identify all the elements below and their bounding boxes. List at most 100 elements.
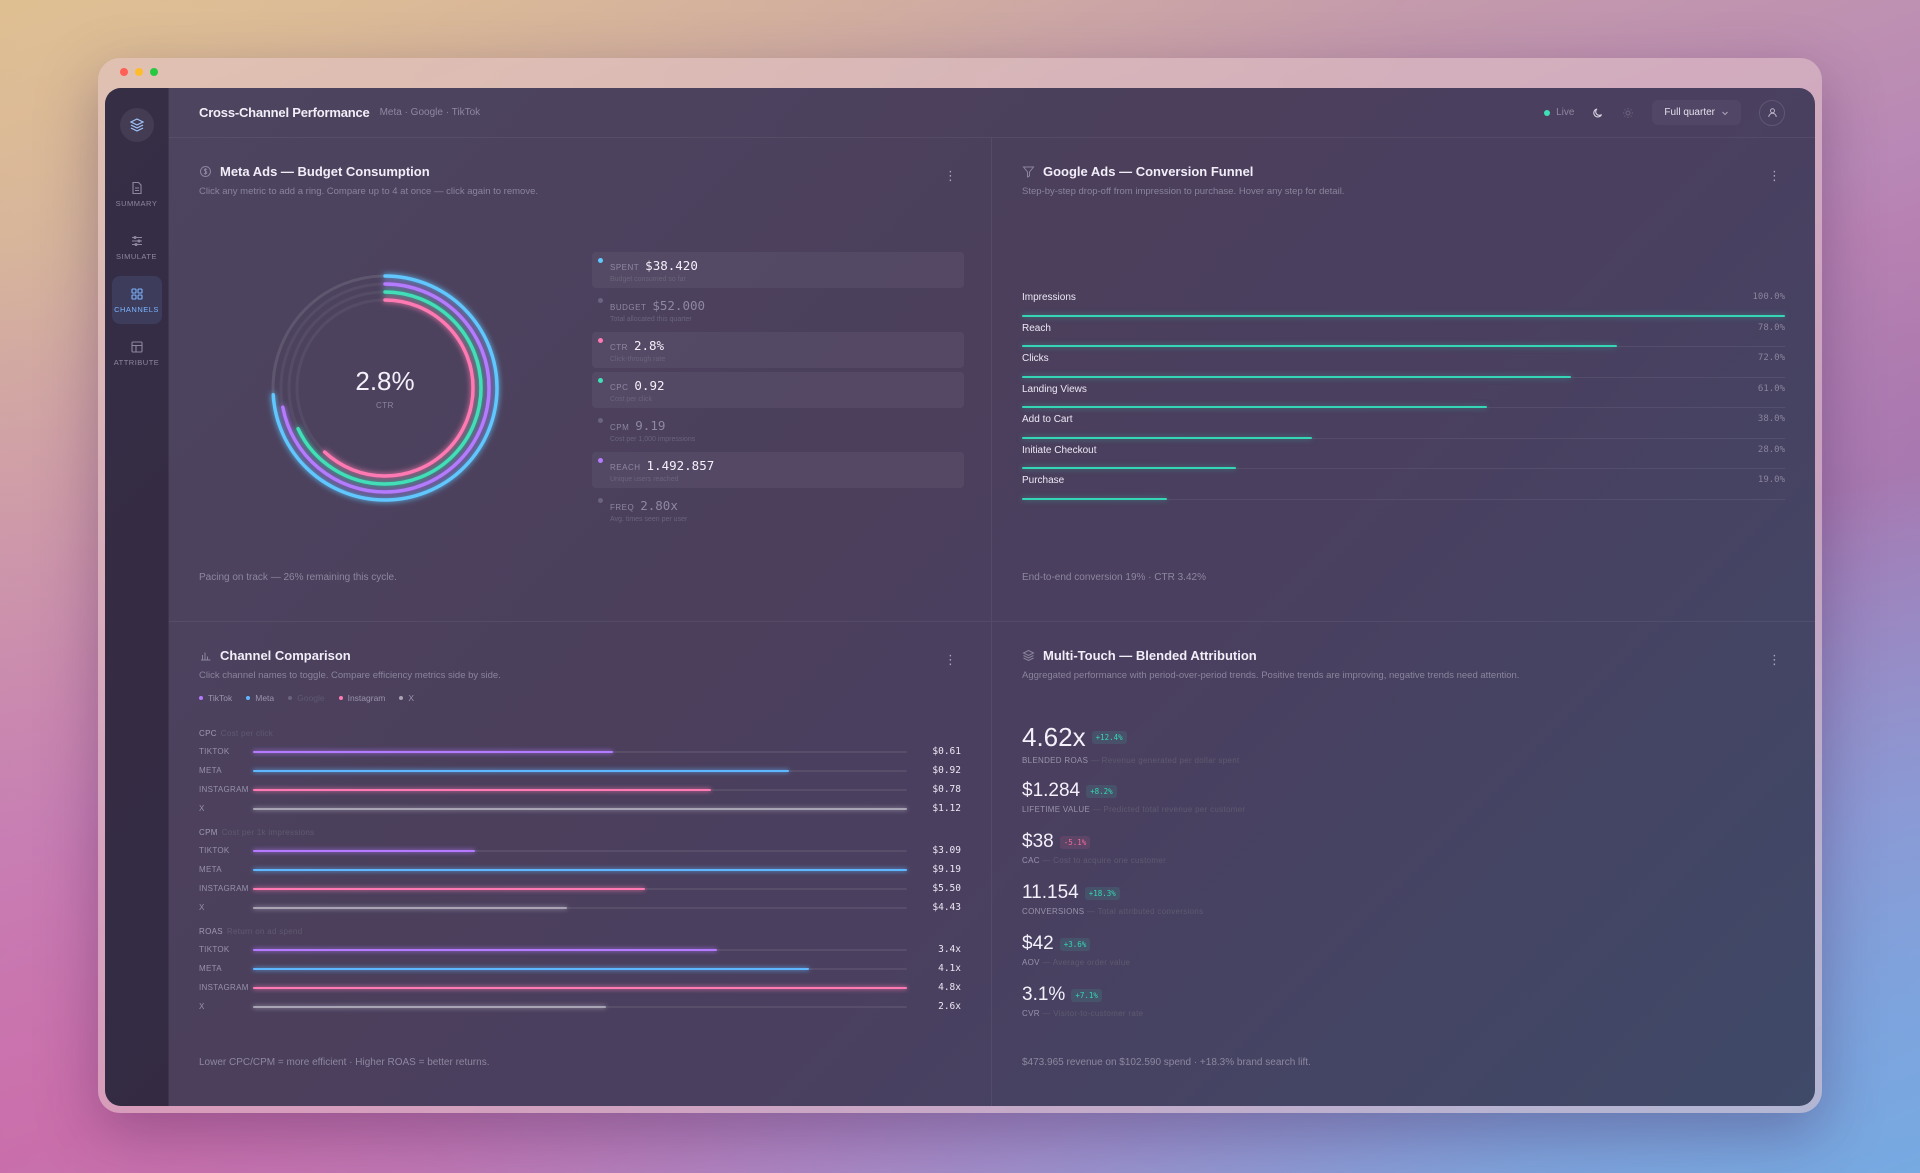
card-header: Google Ads — Conversion Funnel	[1022, 164, 1785, 179]
legend-item-tiktok[interactable]: TikTok	[199, 693, 232, 703]
nav-summary[interactable]: SUMMARY	[112, 170, 162, 218]
dollar-icon	[200, 166, 211, 177]
channel-name: TIKTOK	[199, 945, 230, 954]
maximize-window-button[interactable]	[150, 68, 158, 76]
bar-track	[253, 986, 907, 989]
comparison-row: META $9.19	[199, 860, 961, 879]
channel-name: X	[199, 804, 205, 813]
nav-attribute[interactable]: ATTRIBUTE	[112, 329, 162, 377]
nav-channels[interactable]: CHANNELS	[111, 276, 162, 324]
funnel-step[interactable]: Add to Cart 38.0%	[1022, 408, 1785, 439]
kpi-label-name: BLENDED ROAS	[1022, 756, 1089, 765]
funnel-step-name: Clicks	[1022, 353, 1049, 364]
minimize-window-button[interactable]	[135, 68, 143, 76]
app-window: SUMMARY SIMULATE CHANNELS ATTRIBUTE Cros…	[105, 88, 1815, 1106]
channel-name: INSTAGRAM	[199, 785, 249, 794]
bar-chart-icon	[201, 652, 211, 661]
range-dropdown[interactable]: Full quarter	[1652, 100, 1741, 125]
bar-value: $1.12	[932, 803, 961, 814]
funnel-step-percent: 19.0%	[1757, 475, 1785, 485]
card-description: Step-by-step drop-off from impression to…	[1022, 186, 1345, 197]
legend-item-instagram[interactable]: Instagram	[338, 693, 385, 703]
metric-value: 9.19	[635, 418, 666, 433]
comparison-row: X $4.43	[199, 898, 961, 917]
funnel-step[interactable]: Clicks 72.0%	[1022, 347, 1785, 378]
kpi-cvr: 3.1% +7.1% CVR — Visitor-to-customer rate	[1022, 984, 1245, 1035]
funnel-step[interactable]: Landing Views 61.0%	[1022, 378, 1785, 408]
kpi-value: 4.62x	[1022, 722, 1086, 752]
channel-name: TIKTOK	[199, 747, 230, 756]
logo[interactable]	[119, 108, 154, 142]
range-label: Full quarter	[1664, 107, 1715, 118]
metric-group-cpc: CPC Cost per click TIKTOK $0.61 META $0.92 INS…	[199, 729, 961, 818]
metric-sub: Unique users reached	[610, 476, 679, 483]
funnel-step[interactable]: Impressions 100.0%	[1022, 286, 1785, 317]
metric-spent[interactable]: SPENT $38.420 Budget consumed so far	[592, 252, 964, 288]
more-options-icon[interactable]: ⋮	[944, 168, 957, 184]
funnel-step[interactable]: Purchase 19.0%	[1022, 469, 1785, 500]
comparison-row: META 4.1x	[199, 959, 961, 978]
layers-icon	[1022, 649, 1035, 662]
metric-group-cpm: CPM Cost per 1k impressions TIKTOK $3.09 MET…	[199, 828, 961, 917]
card-description: Click any metric to add a ring. Compare …	[199, 186, 538, 197]
metric-dot	[598, 338, 603, 343]
comparison-row: X 2.6x	[199, 997, 961, 1016]
channel-name: META	[199, 865, 222, 874]
trend-badge: +3.6%	[1059, 937, 1091, 951]
bar-fill-instagram	[253, 887, 646, 890]
metric-group-header: CPM Cost per 1k impressions	[199, 828, 961, 837]
metric-row: CPC 0.92	[610, 378, 946, 393]
card-header: Meta Ads — Budget Consumption	[199, 164, 961, 179]
funnel-list: Impressions 100.0% Reach 78.0% Clicks 72.0% La…	[1022, 286, 1785, 500]
legend-item-x[interactable]: X	[399, 693, 414, 703]
kpi-cac: $38 -5.1% CAC — Cost to acquire one custom…	[1022, 831, 1245, 882]
legend-dot	[199, 696, 203, 700]
more-options-icon[interactable]: ⋮	[944, 652, 957, 668]
metric-freq[interactable]: FREQ 2.80x Avg. times seen per user	[592, 492, 964, 528]
bar-track	[253, 967, 907, 970]
meta-budget-card: Meta Ads — Budget Consumption Click any …	[169, 138, 992, 622]
funnel-step[interactable]: Initiate Checkout 28.0%	[1022, 439, 1785, 469]
legend-item-meta[interactable]: Meta	[246, 693, 274, 703]
bar-fill-tiktok	[253, 948, 718, 951]
ring-chart: 2.8% CTR	[265, 268, 505, 508]
more-options-icon[interactable]: ⋮	[1768, 168, 1781, 184]
user-avatar[interactable]	[1759, 99, 1785, 126]
metric-ctr[interactable]: CTR 2.8% Click-through rate	[592, 332, 964, 368]
funnel-step-percent: 72.0%	[1757, 353, 1785, 363]
legend-item-google[interactable]: Google	[288, 693, 325, 703]
user-icon	[1767, 108, 1777, 118]
sun-icon[interactable]	[1622, 107, 1634, 119]
bar-value: $0.78	[932, 784, 961, 795]
metric-group-header: CPC Cost per click	[199, 729, 961, 738]
funnel-step-name: Add to Cart	[1022, 414, 1073, 425]
more-options-icon[interactable]: ⋮	[1768, 652, 1781, 668]
kpi-label-name: AOV	[1022, 958, 1040, 967]
metric-group-note: Cost per 1k impressions	[221, 828, 315, 837]
moon-icon[interactable]	[1592, 107, 1604, 119]
sliders-icon	[131, 235, 142, 246]
grid-icon	[130, 287, 143, 300]
metric-budget[interactable]: BUDGET $52.000 Total allocated this quarte…	[592, 292, 964, 328]
metric-row: CTR 2.8%	[610, 338, 946, 353]
card-footer: $473.965 revenue on $102.590 spend · +18…	[1022, 1057, 1311, 1068]
metric-group-header: ROAS Return on ad spend	[199, 927, 961, 936]
kpi-label-name: CVR	[1022, 1009, 1040, 1018]
nav-attribute-label: ATTRIBUTE	[113, 357, 160, 367]
channel-name: INSTAGRAM	[199, 983, 249, 992]
metric-dot	[598, 458, 603, 463]
metric-cpm[interactable]: CPM 9.19 Cost per 1,000 impressions	[592, 412, 964, 448]
close-window-button[interactable]	[120, 68, 128, 76]
metric-value: 2.80x	[640, 498, 678, 513]
metric-key: FREQ	[610, 503, 635, 512]
metric-reach[interactable]: REACH 1.492.857 Unique users reached	[592, 452, 964, 488]
funnel-step[interactable]: Reach 78.0%	[1022, 317, 1785, 347]
main-content: Cross-Channel Performance Meta · Google …	[169, 88, 1815, 1106]
window-controls	[120, 68, 158, 76]
bar-fill-instagram	[253, 788, 711, 791]
funnel-step-percent: 38.0%	[1757, 414, 1785, 424]
nav-simulate[interactable]: SIMULATE	[112, 223, 162, 271]
bar-track	[253, 788, 907, 791]
legend-dot	[246, 696, 251, 700]
metric-cpc[interactable]: CPC 0.92 Cost per click	[592, 372, 964, 408]
